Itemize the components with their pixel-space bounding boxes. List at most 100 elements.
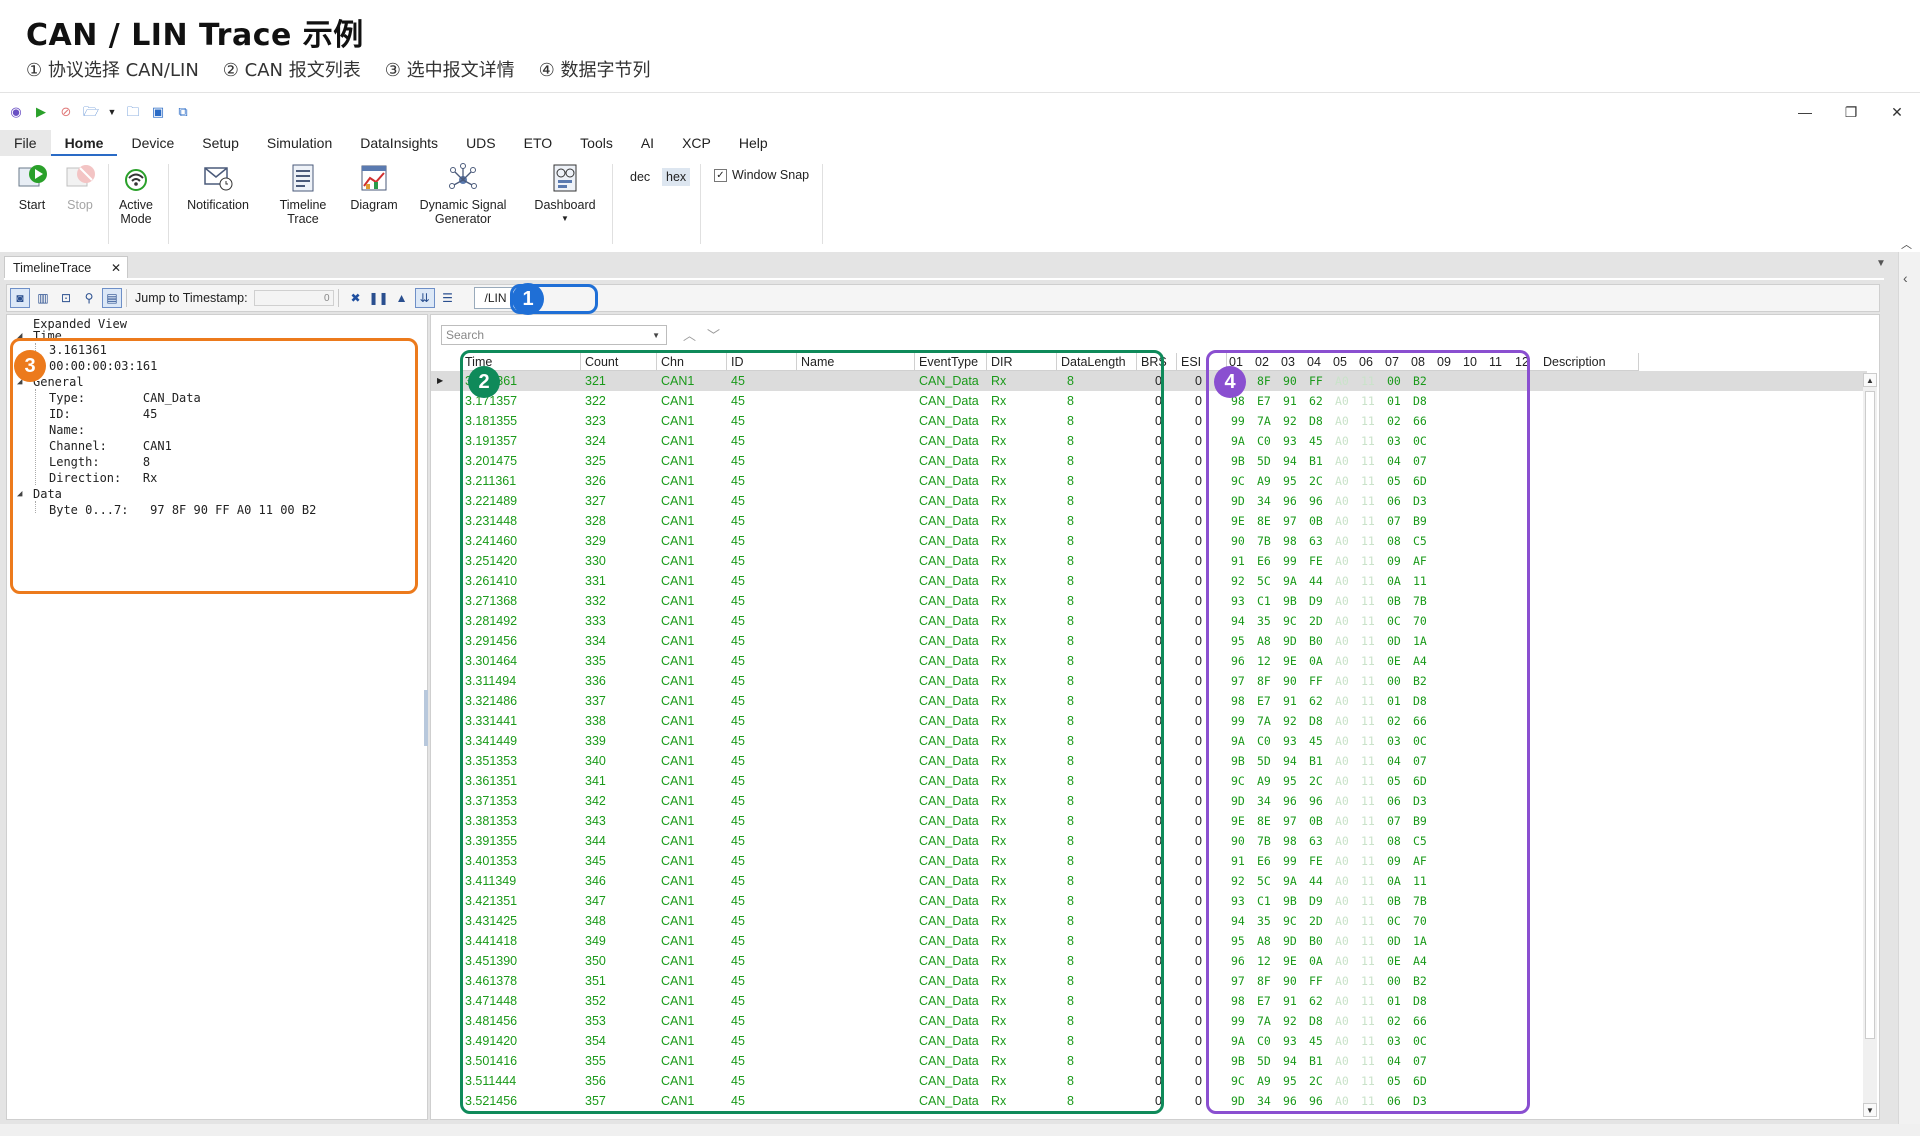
menu-home[interactable]: Home	[50, 130, 118, 156]
jump-to-timestamp-input[interactable]: 0	[253, 290, 334, 306]
chart-icon[interactable]: ▥	[33, 288, 53, 308]
ribbon: Start Stop Active Mode Notification Time…	[0, 158, 1920, 253]
notification-label: Notification	[187, 198, 249, 212]
table-cell: 0	[1195, 854, 1202, 868]
vertical-scrollbar[interactable]: ▲ ▼	[1863, 373, 1877, 1117]
dropdown-arrow-icon[interactable]: ▼	[108, 104, 117, 120]
menu-setup[interactable]: Setup	[188, 130, 253, 156]
search-input[interactable]: Search ▼	[441, 325, 667, 345]
pause-icon[interactable]: ❚❚	[369, 288, 389, 308]
stop-icon[interactable]: ⊘	[58, 104, 74, 120]
active-mode-button[interactable]: Active Mode	[114, 162, 158, 226]
sort-icon[interactable]: ▲	[392, 288, 412, 308]
annotation-box-detail	[10, 338, 418, 594]
table-cell: 0	[1195, 494, 1202, 508]
search-next-icon[interactable]: ﹀	[707, 325, 720, 344]
tab-close-icon[interactable]: ✕	[111, 261, 121, 275]
column-header[interactable]: Description	[1539, 353, 1639, 371]
table-cell: 0	[1195, 594, 1202, 608]
table-cell: 0	[1195, 774, 1202, 788]
chevron-down-icon[interactable]: ▼	[652, 331, 660, 340]
menu-device[interactable]: Device	[117, 130, 188, 156]
message-icon[interactable]: ▤	[102, 288, 122, 308]
table-cell: 0	[1195, 974, 1202, 988]
status-bar	[0, 1124, 1920, 1136]
diagram-icon	[361, 165, 387, 191]
run-icon[interactable]: ▶	[33, 104, 49, 120]
menu-tools[interactable]: Tools	[566, 130, 627, 156]
start-label: Start	[18, 198, 46, 212]
settings-icon[interactable]: ☰	[438, 288, 458, 308]
annotation-box-message-list	[460, 350, 1164, 1114]
hex-toggle[interactable]: hex	[662, 168, 691, 186]
clear-icon[interactable]: ✖	[346, 288, 366, 308]
row-indicator-icon: ▶	[437, 376, 444, 385]
chevron-left-icon[interactable]: ‹	[1903, 270, 1908, 286]
expand-icon[interactable]: ⊡	[56, 288, 76, 308]
active-mode-label: Active Mode	[118, 198, 154, 226]
close-icon[interactable]: ✕	[1874, 98, 1920, 126]
table-cell: 0	[1195, 514, 1202, 528]
table-cell: 0	[1195, 454, 1202, 468]
diagram-button[interactable]: Diagram	[346, 162, 402, 212]
menu-help[interactable]: Help	[725, 130, 782, 156]
dashboard-dropdown-icon[interactable]: ▼	[561, 212, 569, 226]
stop-label: Stop	[67, 198, 93, 212]
scroll-down-icon[interactable]: ▼	[1863, 1103, 1877, 1117]
start-button[interactable]: Start	[12, 162, 52, 212]
stop-button[interactable]: Stop	[60, 162, 100, 212]
table-cell: 0	[1195, 1094, 1202, 1108]
table-cell: 0	[1195, 414, 1202, 428]
annotation-badge-2: 2	[468, 366, 500, 398]
side-panel-strip: ‹	[1898, 252, 1920, 1136]
notification-button[interactable]: Notification	[178, 162, 258, 212]
tab-list-dropdown-icon[interactable]: ▼	[1876, 258, 1886, 269]
timeline-trace-icon	[292, 164, 314, 192]
menu-simulation[interactable]: Simulation	[253, 130, 346, 156]
dec-toggle[interactable]: dec	[626, 168, 654, 186]
dashboard-button[interactable]: Dashboard ▼	[530, 162, 600, 226]
ribbon-separator	[700, 164, 701, 244]
timeline-trace-button[interactable]: Timeline Trace	[272, 162, 334, 226]
menu-datainsights[interactable]: DataInsights	[346, 130, 452, 156]
table-cell: 0	[1195, 554, 1202, 568]
camera-icon[interactable]: ◙	[10, 288, 30, 308]
menu-uds[interactable]: UDS	[452, 130, 510, 156]
minimize-icon[interactable]: —	[1782, 98, 1828, 126]
menu-file[interactable]: File	[0, 130, 51, 156]
menu-eto[interactable]: ETO	[510, 130, 567, 156]
open-folder-icon[interactable]: 🗁	[83, 104, 99, 120]
scroll-thumb[interactable]	[1865, 391, 1875, 1039]
step-2: ② CAN 报文列表	[222, 60, 361, 81]
scroll-lock-icon[interactable]: ⇊	[414, 288, 435, 308]
step-list: ① 协议选择 CAN/LIN ② CAN 报文列表 ③ 选中报文详情 ④ 数据字…	[26, 56, 650, 82]
save-icon[interactable]: ▣	[150, 104, 166, 120]
panel-splitter[interactable]	[424, 690, 428, 746]
ribbon-separator	[612, 164, 613, 244]
dynamic-signal-generator-button[interactable]: Dynamic Signal Generator	[416, 162, 510, 226]
table-cell: 0	[1195, 934, 1202, 948]
menu-bar: File Home Device Setup Simulation DataIn…	[0, 130, 1920, 156]
scroll-up-icon[interactable]: ▲	[1863, 373, 1877, 387]
start-icon	[18, 165, 47, 187]
signal-generator-icon	[449, 163, 477, 189]
notification-icon	[204, 167, 233, 191]
dashboard-icon	[553, 164, 577, 192]
search-previous-icon[interactable]: ︿	[683, 325, 696, 344]
menu-xcp[interactable]: XCP	[668, 130, 725, 156]
table-cell: 0	[1195, 674, 1202, 688]
step-3: ③ 选中报文详情	[384, 60, 515, 81]
ribbon-separator	[822, 164, 823, 244]
tab-underline	[4, 278, 1884, 280]
collapse-ribbon-icon[interactable]: ︿	[1901, 236, 1912, 252]
window-snap-option[interactable]: ✓ Window Snap	[714, 168, 809, 182]
filter-icon[interactable]: ⚲	[79, 288, 99, 308]
window-snap-checkbox[interactable]: ✓	[714, 168, 727, 182]
new-folder-icon[interactable]: 🗀	[125, 104, 141, 120]
table-cell: 0	[1195, 434, 1202, 448]
menu-ai[interactable]: AI	[627, 130, 668, 156]
save-as-icon[interactable]: ⧉	[175, 104, 191, 120]
restore-icon[interactable]: ❐	[1828, 98, 1874, 126]
ribbon-separator	[108, 164, 109, 244]
tab-timelinetrace[interactable]: TimelineTrace ✕	[4, 256, 128, 278]
